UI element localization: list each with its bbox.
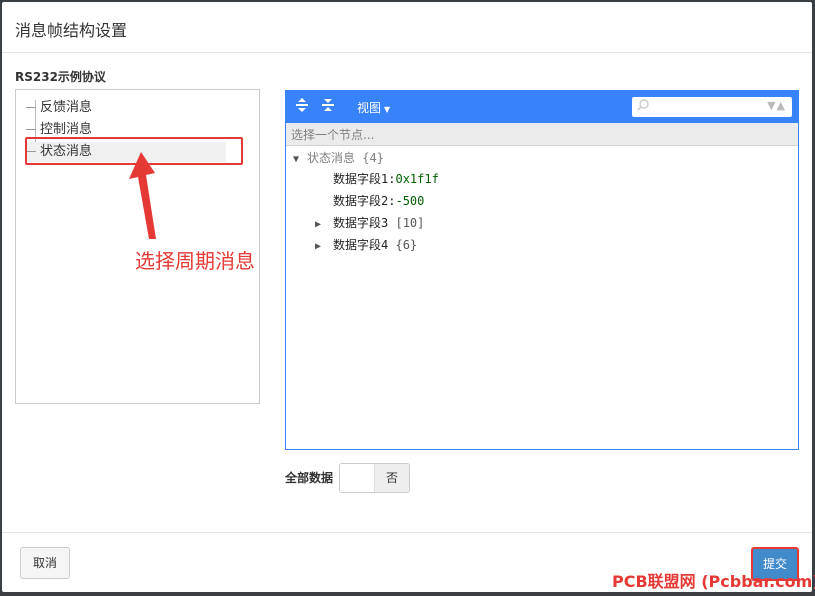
toggle-value: 否	[375, 464, 409, 492]
node-count: [10]	[395, 216, 425, 230]
view-menu-label: 视图	[357, 101, 382, 115]
search-icon	[637, 99, 649, 114]
tree-branch-line	[26, 129, 36, 130]
view-menu-button[interactable]: 视图 ▼	[357, 99, 390, 116]
json-field-node[interactable]: ▶ 数据字段4 {6}	[315, 236, 417, 256]
node-count: {4}	[362, 151, 384, 165]
dialog-header: 消息帧结构设置	[2, 2, 812, 53]
node-path-placeholder: 选择一个节点...	[291, 128, 375, 142]
expand-all-icon[interactable]	[292, 97, 312, 117]
node-key: 数据字段3	[333, 216, 389, 230]
node-key: 数据字段2	[333, 194, 389, 208]
tree-item-feedback[interactable]: 反馈消息	[26, 98, 226, 118]
json-field-node[interactable]: 数据字段2:-500	[333, 192, 424, 210]
node-value[interactable]: -500	[395, 194, 424, 208]
json-field-node[interactable]: ▶ 数据字段3 [10]	[315, 214, 424, 234]
json-field-node[interactable]: 数据字段1:0x1f1f	[333, 170, 439, 188]
editor-toolbar: 视图 ▼ ▼▲	[286, 91, 798, 123]
node-count: {6}	[395, 238, 418, 252]
node-key: 数据字段4	[333, 238, 389, 252]
chevron-down-icon: ▼	[384, 105, 391, 114]
dialog-footer-divider	[2, 532, 812, 533]
toggle-knob[interactable]	[340, 464, 375, 492]
expanded-triangle-icon[interactable]: ▼	[293, 151, 307, 169]
collapse-all-icon[interactable]	[318, 97, 338, 117]
dialog-title: 消息帧结构设置	[15, 21, 128, 40]
annotation-arrow	[129, 152, 156, 239]
protocol-label: RS232示例协议	[15, 70, 106, 84]
all-data-toggle[interactable]: 否	[339, 463, 410, 493]
all-data-label: 全部数据	[285, 471, 334, 485]
json-root-node[interactable]: ▼ 状态消息 {4}	[293, 149, 384, 169]
annotation-text: 选择周期消息	[135, 249, 255, 273]
cancel-button[interactable]: 取消	[20, 547, 70, 579]
tree-item-label: 反馈消息	[40, 100, 93, 115]
search-input[interactable]: ▼▲	[632, 97, 792, 117]
message-frame-dialog: 消息帧结构设置 RS232示例协议 反馈消息 控制消息 状态消息 选择周期消息 …	[2, 2, 812, 592]
collapsed-triangle-icon[interactable]: ▶	[315, 238, 333, 256]
node-value[interactable]: 0x1f1f	[395, 172, 438, 186]
node-navigation-bar: 选择一个节点...	[286, 123, 798, 146]
tree-item-label: 控制消息	[40, 122, 93, 137]
tree-branch-line	[26, 107, 36, 108]
search-nav-arrows[interactable]: ▼▲	[767, 99, 786, 112]
node-key: 状态消息	[307, 151, 356, 165]
collapsed-triangle-icon[interactable]: ▶	[315, 216, 333, 234]
site-watermark: PCB联盟网 (Pcbbar.com)	[612, 572, 815, 591]
node-key: 数据字段1	[333, 172, 389, 186]
json-editor: 视图 ▼ ▼▲ 选择一个节点... ▼ 状态消息 {4} 数据字段1:0x1f1f …	[285, 90, 799, 450]
